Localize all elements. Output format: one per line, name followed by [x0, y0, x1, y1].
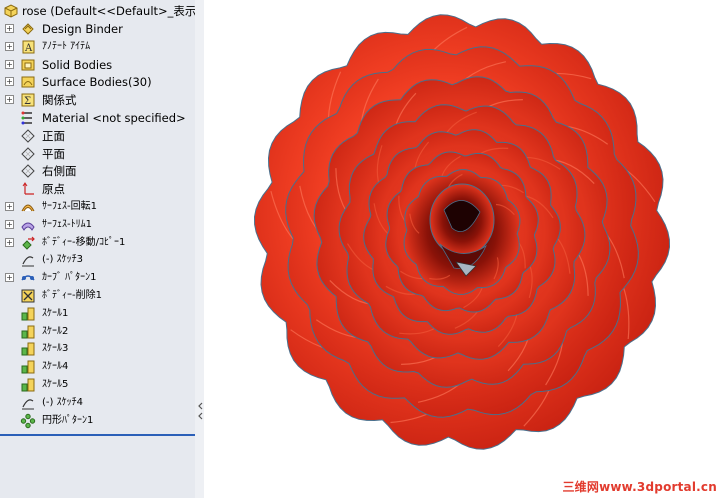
watermark-text: 三维网www.3dportal.cn — [562, 480, 717, 494]
tree-item-label: 原点 — [42, 182, 65, 197]
tree-item-label: 平面 — [42, 146, 65, 161]
body-delete-icon — [21, 289, 35, 303]
plane-icon — [21, 164, 35, 179]
origin-icon — [22, 182, 34, 195]
scale-icon — [21, 307, 35, 321]
tree-item-label: ｶｰﾌﾞ ﾊﾟﾀｰﾝ1 — [42, 272, 97, 284]
tree-item-label: ﾎﾞﾃﾞｨｰ-削除1 — [42, 290, 102, 301]
tree-item-label: (-) ｽｹｯﾁ3 — [42, 254, 83, 266]
expand-toggle-icon[interactable]: + — [5, 273, 14, 283]
rose-model[interactable] — [204, 0, 721, 498]
tree-item-label: (-) ｽｹｯﾁ4 — [42, 396, 83, 408]
expand-toggle-icon[interactable]: + — [5, 24, 14, 33]
tree-item-label: ｻｰﾌｪｽ-回転1 — [42, 201, 97, 212]
scale-icon — [21, 378, 35, 392]
tree-item-label: 正面 — [42, 128, 65, 143]
surface-bodies-icon — [21, 76, 35, 88]
expand-toggle-icon[interactable]: + — [5, 202, 14, 211]
plane-icon — [21, 146, 35, 161]
circular-pattern-icon — [20, 413, 36, 428]
feature-manager-tree: rose (Default<<Default>_表示 + Design Binde… — [0, 0, 196, 498]
material-icon — [21, 111, 32, 125]
tree-item-label: ﾎﾞﾃﾞｨｰ-移動/ｺﾋﾟｰ1 — [42, 236, 126, 248]
sketch-icon — [22, 399, 34, 410]
plane-icon — [21, 129, 35, 143]
tree-item-label: ｽｹｰﾙ3 — [42, 343, 69, 355]
tree-item-label: 円形ﾊﾟﾀｰﾝ1 — [42, 414, 94, 426]
sketch-icon — [22, 256, 34, 267]
solid-bodies-icon — [21, 59, 35, 71]
expand-toggle-icon[interactable]: + — [5, 77, 14, 87]
tree-item-label: ｽｹｰﾙ5 — [42, 379, 69, 390]
tree-item-label: ｻｰﾌｪｽ-ﾄﾘﾑ1 — [42, 218, 92, 230]
tree-item-label: Material <not specified> — [42, 111, 186, 125]
expand-toggle-icon[interactable]: + — [5, 237, 14, 247]
expand-toggle-icon[interactable]: + — [5, 59, 14, 69]
scale-icon — [21, 342, 35, 356]
collapse-arrows-icon[interactable] — [197, 400, 203, 422]
panel-splitter[interactable] — [195, 0, 204, 498]
scale-icon — [21, 360, 35, 374]
annotations-icon: A — [22, 40, 35, 54]
tree-bottom-area — [0, 434, 195, 498]
tree-item-label: ｽｹｰﾙ2 — [42, 325, 69, 337]
tree-item-label: Design Binder — [42, 22, 123, 36]
expand-toggle-icon[interactable]: + — [5, 219, 14, 229]
scale-icon — [21, 325, 35, 339]
svg-text:Σ: Σ — [24, 96, 31, 107]
svg-text:A: A — [24, 43, 33, 54]
expand-toggle-icon[interactable]: + — [5, 95, 14, 105]
part-icon — [4, 4, 18, 18]
tree-item-label: ｽｹｰﾙ1 — [42, 307, 69, 319]
tree-item-label: Surface Bodies(30) — [42, 75, 152, 90]
expand-toggle-icon[interactable]: + — [5, 41, 14, 51]
equations-icon: Σ — [21, 93, 35, 107]
tree-item-label: 右側面 — [42, 164, 77, 179]
surface-trim-icon — [21, 222, 35, 231]
tree-item-label: Solid Bodies — [42, 57, 113, 72]
tree-item-label: ｱﾉﾃｰﾄ ｱｲﾃﾑ — [42, 40, 91, 52]
graphics-viewport[interactable] — [204, 0, 721, 498]
body-move-icon — [22, 236, 35, 250]
tree-root-label: rose (Default<<Default>_表示 — [22, 4, 196, 18]
surface-revolve-icon — [21, 204, 35, 212]
design-binder-icon — [22, 23, 34, 35]
tree-item-label: ｽｹｰﾙ4 — [42, 361, 69, 373]
tree-item-label: 関係式 — [42, 93, 77, 108]
curve-pattern-icon — [21, 275, 35, 281]
